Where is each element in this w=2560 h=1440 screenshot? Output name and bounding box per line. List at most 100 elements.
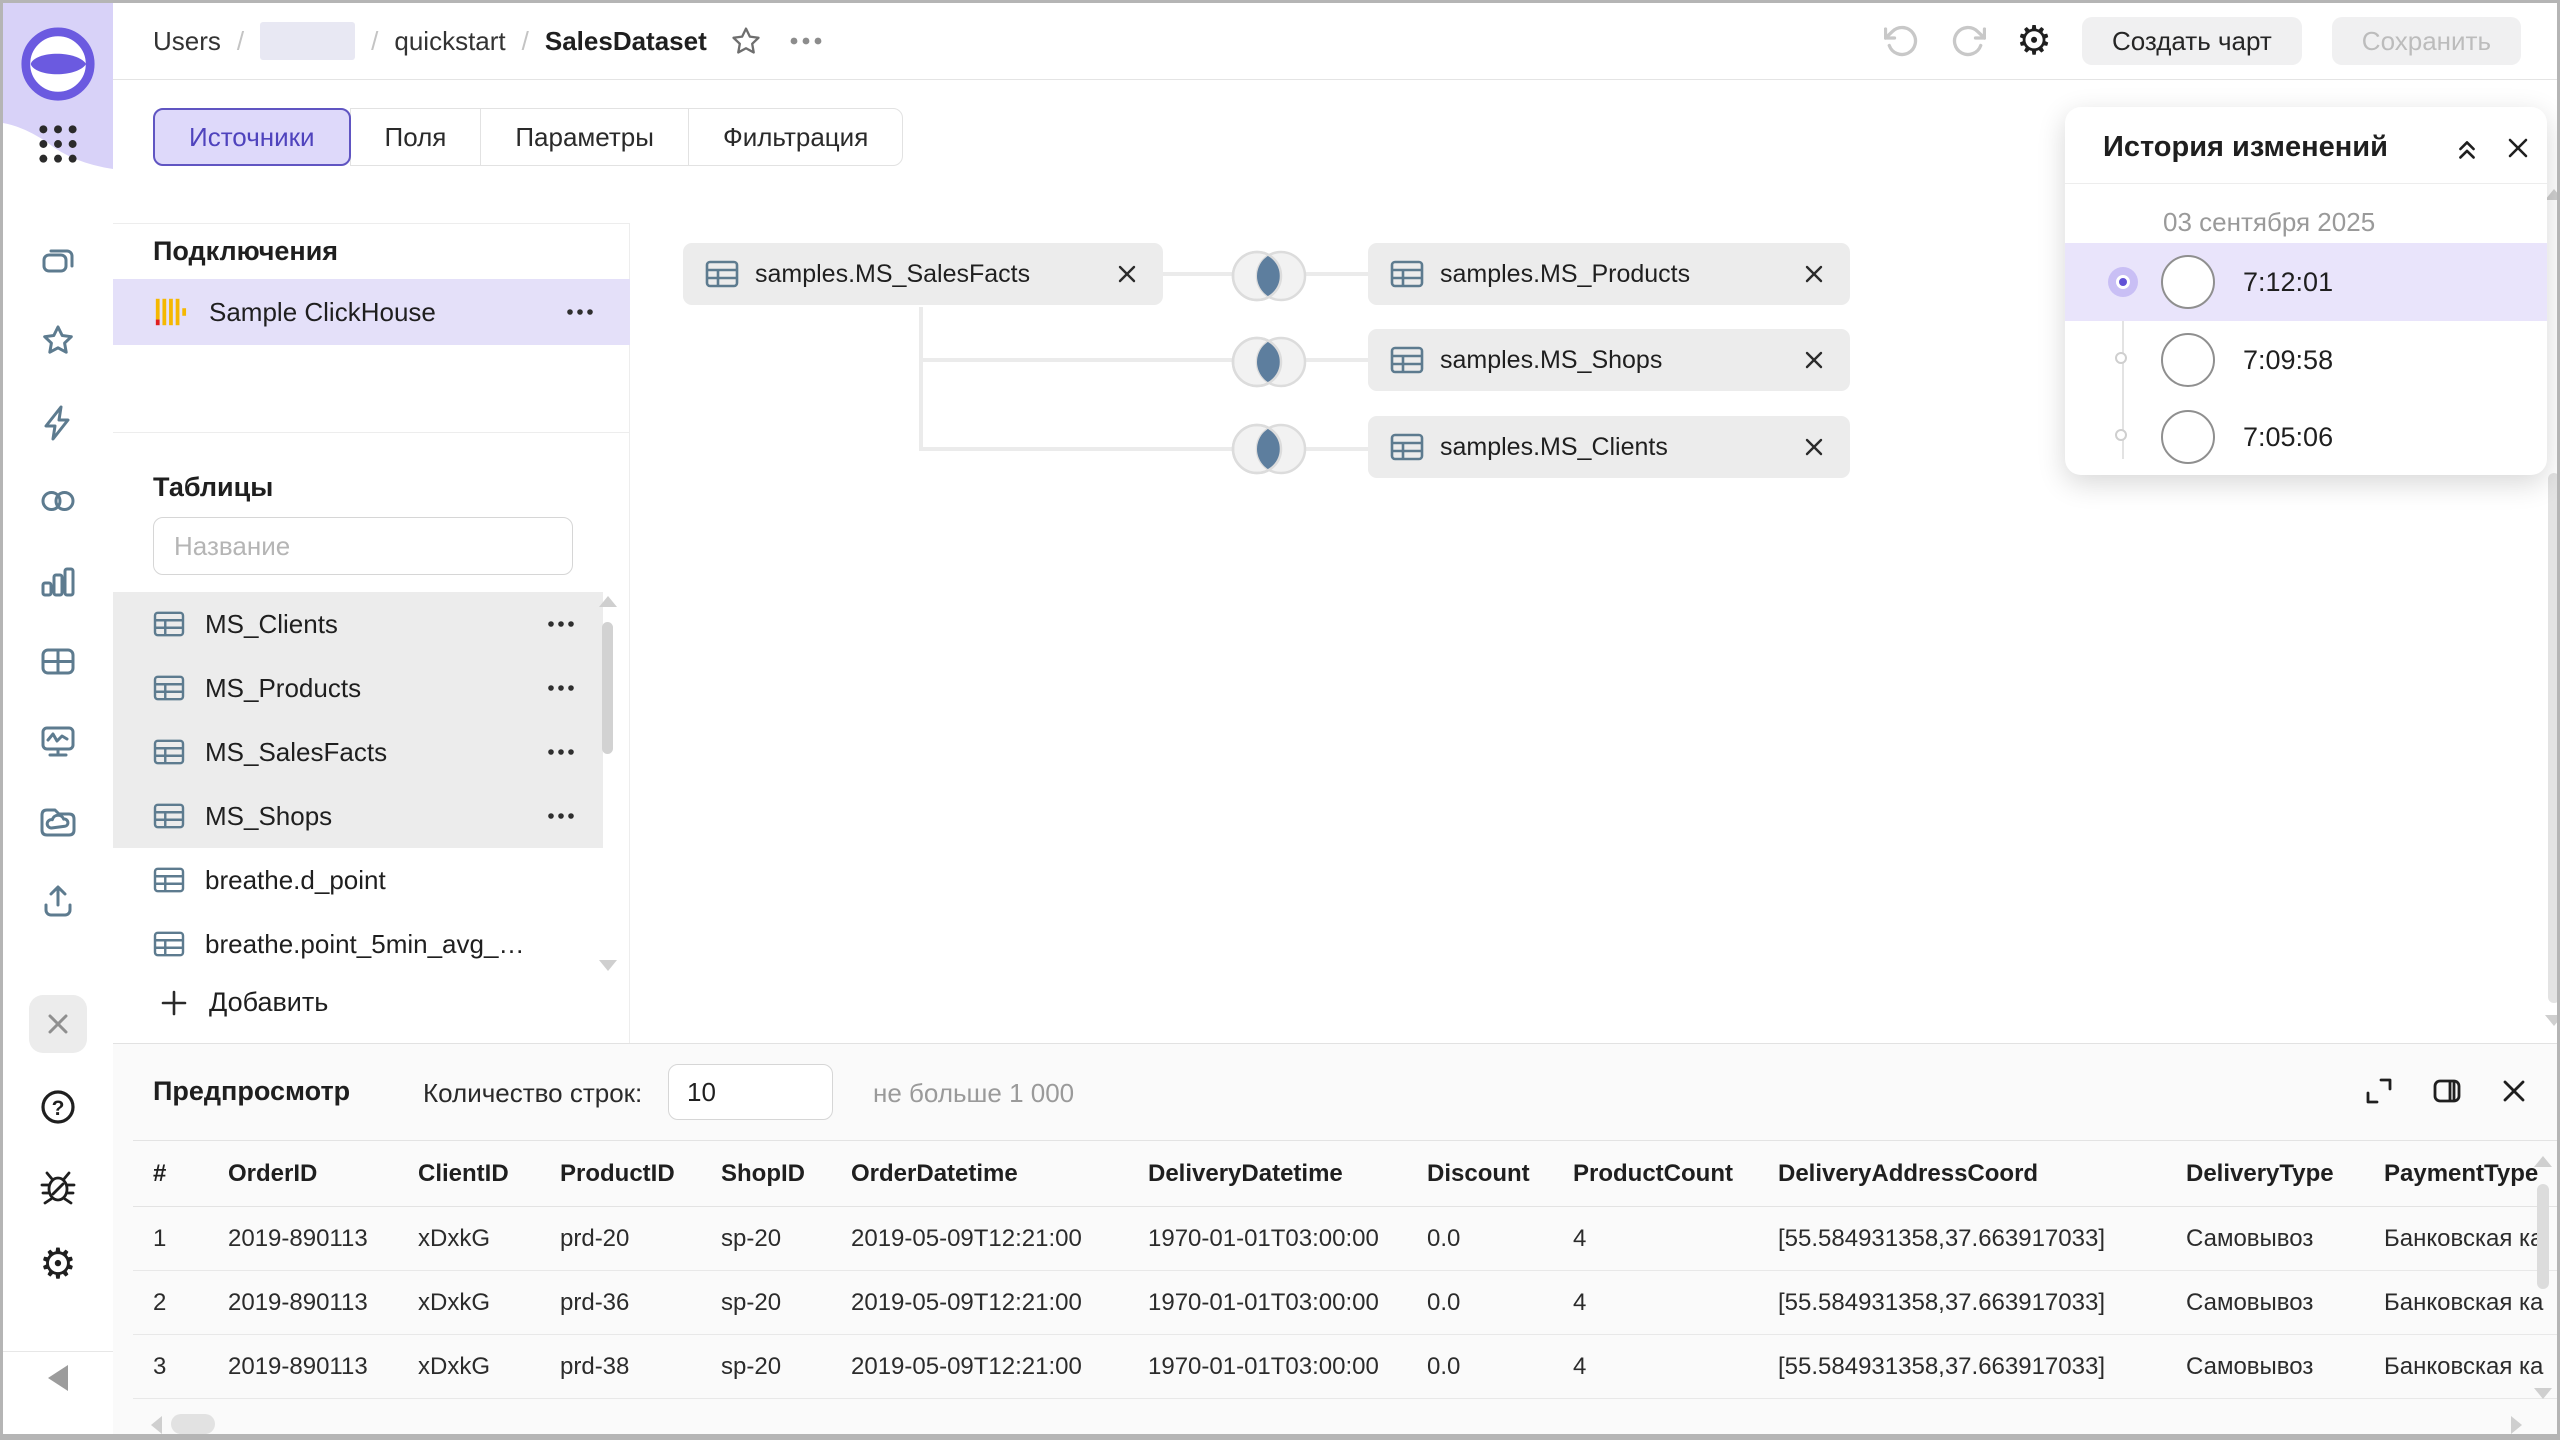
scrollbar-thumb[interactable] bbox=[602, 622, 613, 754]
nav-editor[interactable] bbox=[3, 401, 113, 445]
connection-more-button[interactable] bbox=[560, 302, 600, 322]
close-icon bbox=[2503, 133, 2533, 163]
horizontal-scrollbar-thumb[interactable] bbox=[171, 1414, 215, 1434]
star-outline-icon bbox=[729, 24, 763, 58]
table-item-ms-clients[interactable]: MS_Clients bbox=[113, 592, 603, 656]
nav-datasets[interactable] bbox=[3, 479, 113, 523]
favorite-star-button[interactable] bbox=[729, 24, 763, 58]
table-item-breathe-d-point[interactable]: breathe.d_point bbox=[113, 848, 603, 912]
preview-close-button[interactable] bbox=[2497, 1074, 2531, 1108]
nav-dashboards[interactable] bbox=[3, 719, 113, 763]
breadcrumb-folder[interactable]: quickstart bbox=[394, 26, 505, 57]
remove-source-button[interactable] bbox=[1800, 260, 1828, 288]
undo-button[interactable] bbox=[1884, 23, 1920, 59]
preview-panel: Предпросмотр Количество строк: не больше… bbox=[113, 1043, 2560, 1437]
top-bar: Users / / quickstart / SalesDataset bbox=[113, 3, 2557, 80]
source-node-clients[interactable]: samples.MS_Clients bbox=[1368, 416, 1850, 478]
tab-parameters[interactable]: Параметры bbox=[480, 108, 689, 166]
remove-source-button[interactable] bbox=[1800, 346, 1828, 374]
bug-report-button[interactable] bbox=[3, 1163, 113, 1207]
settings-button[interactable]: ⚙ bbox=[3, 1243, 113, 1285]
remove-source-button[interactable] bbox=[1113, 260, 1141, 288]
source-node-label: samples.MS_SalesFacts bbox=[755, 260, 1030, 289]
history-close-button[interactable] bbox=[2503, 133, 2533, 163]
table-icon bbox=[153, 738, 185, 766]
table-more-button[interactable] bbox=[501, 614, 581, 634]
table-name: MS_Products bbox=[205, 673, 361, 704]
scrollbar-thumb[interactable] bbox=[2548, 473, 2560, 1003]
nav-charts[interactable] bbox=[3, 561, 113, 605]
ellipsis-icon bbox=[789, 36, 823, 46]
inner-join-icon[interactable] bbox=[1223, 242, 1315, 310]
source-node-shops[interactable]: samples.MS_Shops bbox=[1368, 329, 1850, 391]
help-button[interactable]: ? bbox=[3, 1085, 113, 1129]
scroll-left-arrow[interactable] bbox=[151, 1416, 162, 1434]
cell: 2019-05-09T12:21:00 bbox=[831, 1271, 1128, 1335]
scrollbar-thumb[interactable] bbox=[2537, 1184, 2549, 1289]
row-count-input[interactable] bbox=[668, 1064, 833, 1120]
table-item-ms-salesfacts[interactable]: MS_SalesFacts bbox=[113, 720, 603, 784]
add-table-button[interactable]: Добавить bbox=[153, 986, 334, 1019]
history-collapse-button[interactable] bbox=[2451, 133, 2483, 165]
tables-list-scrollbar[interactable] bbox=[599, 592, 617, 976]
inner-join-icon[interactable] bbox=[1223, 415, 1315, 483]
history-entry-3[interactable]: 7:05:06 bbox=[2065, 398, 2547, 476]
table-item-ms-shops[interactable]: MS_Shops bbox=[113, 784, 603, 848]
nav-export[interactable] bbox=[3, 881, 113, 925]
close-icon bbox=[1804, 264, 1824, 284]
table-search-input[interactable] bbox=[153, 517, 573, 575]
preview-dock-button[interactable] bbox=[2430, 1074, 2464, 1108]
breadcrumb-users[interactable]: Users bbox=[153, 26, 221, 57]
scroll-down-arrow[interactable] bbox=[2534, 1388, 2552, 1399]
breadcrumb-redacted[interactable] bbox=[260, 22, 355, 60]
apps-grid-button[interactable] bbox=[3, 121, 113, 167]
nav-storage[interactable] bbox=[3, 799, 113, 843]
connection-item-sample-clickhouse[interactable]: Sample ClickHouse bbox=[113, 279, 630, 345]
table-more-button[interactable] bbox=[501, 742, 581, 762]
tables-list: MS_Clients MS_Products bbox=[113, 592, 603, 976]
create-chart-button[interactable]: Создать чарт bbox=[2082, 17, 2302, 65]
source-node-salesfacts[interactable]: samples.MS_SalesFacts bbox=[683, 243, 1163, 305]
avatar bbox=[2161, 333, 2215, 387]
folder-cloud-icon bbox=[36, 799, 80, 843]
scroll-down-arrow[interactable] bbox=[2545, 1015, 2560, 1026]
tab-sources[interactable]: Источники bbox=[153, 108, 351, 166]
close-panel-button[interactable] bbox=[29, 995, 87, 1053]
avatar bbox=[2161, 255, 2215, 309]
redo-button[interactable] bbox=[1950, 23, 1986, 59]
scroll-up-arrow[interactable] bbox=[2534, 1156, 2552, 1167]
nav-tables[interactable] bbox=[3, 639, 113, 683]
tab-fields[interactable]: Поля bbox=[350, 108, 482, 166]
nav-favorites[interactable] bbox=[3, 319, 113, 363]
scroll-down-arrow[interactable] bbox=[599, 960, 617, 971]
collapse-sidebar-button[interactable] bbox=[3, 1365, 113, 1391]
monitor-pulse-icon bbox=[36, 719, 80, 763]
preview-expand-button[interactable] bbox=[2362, 1074, 2396, 1108]
table-more-button[interactable] bbox=[501, 678, 581, 698]
history-entry-2[interactable]: 7:09:58 bbox=[2065, 321, 2547, 399]
cell: [55.584931358,37.663917033] bbox=[1758, 1335, 2166, 1399]
save-button[interactable]: Сохранить bbox=[2332, 17, 2521, 65]
table-item-breathe-point-5min[interactable]: breathe.point_5min_avg_mos_s... bbox=[113, 912, 603, 976]
scroll-up-arrow[interactable] bbox=[599, 596, 617, 607]
inner-join-icon[interactable] bbox=[1223, 328, 1315, 396]
dataset-settings-button[interactable]: ⚙ bbox=[2016, 21, 2052, 61]
history-radio[interactable] bbox=[2115, 352, 2127, 364]
cell: 1970-01-01T03:00:00 bbox=[1128, 1271, 1407, 1335]
history-radio-selected[interactable] bbox=[2108, 267, 2138, 297]
datalens-logo[interactable] bbox=[3, 25, 113, 103]
table-more-button[interactable] bbox=[501, 806, 581, 826]
apps-grid-icon bbox=[35, 121, 81, 167]
source-node-products[interactable]: samples.MS_Products bbox=[1368, 243, 1850, 305]
nav-collections[interactable] bbox=[3, 239, 113, 283]
scroll-up-arrow[interactable] bbox=[2545, 189, 2560, 200]
cell: Банковская ка bbox=[2364, 1271, 2560, 1335]
remove-source-button[interactable] bbox=[1800, 433, 1828, 461]
tab-filtering[interactable]: Фильтрация bbox=[688, 108, 903, 166]
collections-icon bbox=[36, 239, 80, 283]
breadcrumb-more-button[interactable] bbox=[789, 36, 823, 46]
history-entry-1[interactable]: 7:12:01 bbox=[2065, 243, 2547, 321]
scroll-right-arrow[interactable] bbox=[2511, 1416, 2522, 1434]
table-item-ms-products[interactable]: MS_Products bbox=[113, 656, 603, 720]
history-radio[interactable] bbox=[2115, 429, 2127, 441]
